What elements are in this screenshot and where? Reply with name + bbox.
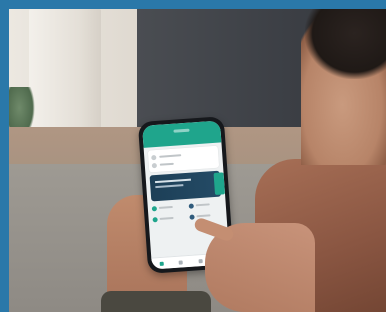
explore-icon (178, 259, 184, 265)
action-icon (188, 213, 195, 220)
header-tab-indicator (173, 128, 190, 133)
sleeve (101, 291, 211, 312)
account-card (147, 145, 220, 173)
home-icon (159, 261, 164, 266)
action-label (195, 203, 210, 207)
app-header (142, 120, 222, 148)
banner-text (154, 178, 192, 184)
action-icon (152, 216, 158, 222)
action-item (188, 200, 222, 210)
action-item (152, 213, 186, 223)
action-label (195, 214, 211, 218)
man-hair (305, 9, 386, 79)
action-label (158, 205, 173, 209)
action-item (151, 202, 186, 212)
promo-banner (149, 170, 226, 202)
photo (9, 9, 386, 312)
avatar (151, 154, 157, 160)
avatar (151, 162, 158, 168)
banner-subtext (155, 184, 184, 189)
card-icon (198, 258, 203, 263)
action-grid (151, 200, 223, 224)
action-icon (188, 203, 194, 209)
card-text (159, 162, 174, 166)
action-icon (151, 205, 158, 211)
action-label (159, 216, 174, 220)
banner-next-card (213, 172, 226, 195)
card-text (159, 154, 182, 158)
